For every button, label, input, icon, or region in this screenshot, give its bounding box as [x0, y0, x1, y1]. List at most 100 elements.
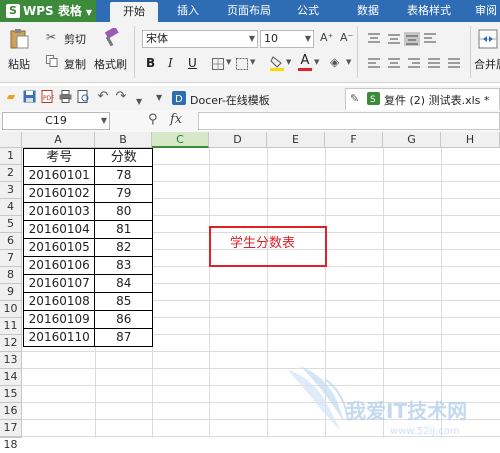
italic-button[interactable]: I — [168, 56, 173, 70]
chevron-down-icon[interactable]: ▼ — [314, 58, 319, 66]
row-header[interactable]: 8 — [0, 267, 22, 284]
column-header-g[interactable]: G — [383, 132, 441, 148]
copy-icon[interactable] — [46, 55, 58, 67]
chevron-down-icon[interactable]: ▼ — [136, 97, 142, 106]
row-header[interactable]: 2 — [0, 165, 22, 182]
font-size-select[interactable]: 10 ▼ — [260, 30, 314, 48]
underline-button[interactable]: U — [188, 56, 197, 70]
header-cell-score[interactable]: 分数 — [95, 149, 152, 166]
tab-docer-templates[interactable]: Docer-在线模板 — [190, 92, 270, 108]
name-box[interactable]: C19 ▼ — [2, 112, 110, 130]
gridline — [22, 419, 500, 420]
clear-format-icon[interactable]: ◈ — [330, 55, 339, 69]
pin-icon[interactable]: ✎ — [350, 92, 359, 105]
row-header[interactable]: 4 — [0, 199, 22, 216]
row-header[interactable]: 1 — [0, 148, 22, 165]
score-cell[interactable]: 78 — [95, 167, 152, 184]
row-header[interactable]: 11 — [0, 318, 22, 335]
exam-id-cell[interactable]: 20160105 — [24, 239, 96, 256]
format-painter-button[interactable]: 格式刷 — [94, 56, 127, 72]
row-header[interactable]: 15 — [0, 386, 22, 403]
score-cell[interactable]: 80 — [95, 203, 152, 220]
merge-center-icon[interactable] — [478, 28, 498, 50]
exam-id-cell[interactable]: 20160110 — [24, 329, 96, 346]
font-color-button[interactable]: A — [298, 54, 312, 71]
row-header[interactable]: 12 — [0, 335, 22, 352]
exam-id-cell[interactable]: 20160108 — [24, 293, 96, 310]
merge-center-button[interactable]: 合并居 — [474, 56, 500, 72]
column-header-f[interactable]: F — [325, 132, 383, 148]
cell-borders-icon[interactable] — [236, 58, 248, 70]
tab-page-layout[interactable]: 页面布局 — [218, 0, 280, 22]
score-cell[interactable]: 79 — [95, 185, 152, 202]
copy-button[interactable]: 复制 — [64, 56, 86, 72]
column-header-a[interactable]: A — [22, 132, 95, 148]
row-header[interactable]: 7 — [0, 250, 22, 267]
score-cell[interactable]: 82 — [95, 239, 152, 256]
scissors-icon[interactable]: ✂ — [46, 30, 56, 44]
print-icon[interactable] — [58, 90, 72, 104]
score-cell[interactable]: 87 — [95, 329, 152, 346]
score-cell[interactable]: 86 — [95, 311, 152, 328]
save-icon[interactable] — [22, 90, 36, 104]
open-folder-icon[interactable]: ▰ — [4, 90, 18, 104]
chevron-down-icon[interactable]: ▼ — [250, 58, 255, 66]
search-icon[interactable]: ⚲ — [148, 112, 158, 127]
exam-id-cell[interactable]: 20160109 — [24, 311, 96, 328]
export-pdf-icon[interactable]: PDF — [40, 90, 55, 104]
exam-id-cell[interactable]: 20160102 — [24, 185, 96, 202]
paste-button[interactable]: 粘贴 — [8, 56, 30, 72]
column-header-b[interactable]: B — [95, 132, 152, 148]
tab-insert[interactable]: 插入 — [170, 0, 206, 22]
score-cell[interactable]: 83 — [95, 257, 152, 274]
fill-color-icon[interactable] — [270, 55, 284, 71]
column-header-d[interactable]: D — [209, 132, 267, 148]
format-painter-icon[interactable] — [100, 26, 122, 48]
wps-app-menu-button[interactable]: S WPS 表格 ▼ — [0, 0, 96, 22]
header-cell-exam-id[interactable]: 考号 — [24, 149, 96, 166]
annotation-text[interactable]: 学生分数表 — [230, 232, 295, 251]
column-header-c[interactable]: C — [152, 132, 209, 148]
print-preview-icon[interactable] — [76, 90, 90, 104]
column-header-e[interactable]: E — [267, 132, 325, 148]
cut-button[interactable]: 剪切 — [64, 31, 86, 47]
row-header[interactable]: 14 — [0, 369, 22, 386]
tab-data[interactable]: 数据 — [348, 0, 388, 22]
bold-button[interactable]: B — [146, 56, 155, 70]
row-header[interactable]: 9 — [0, 284, 22, 301]
exam-id-cell[interactable]: 20160103 — [24, 203, 96, 220]
borders-icon[interactable] — [212, 58, 224, 70]
row-header[interactable]: 3 — [0, 182, 22, 199]
score-cell[interactable]: 84 — [95, 275, 152, 292]
row-header[interactable]: 13 — [0, 352, 22, 369]
tab-review[interactable]: 审阅 — [468, 0, 500, 22]
exam-id-cell[interactable]: 20160107 — [24, 275, 96, 292]
tab-table-style[interactable]: 表格样式 — [398, 0, 460, 22]
chevron-down-icon[interactable]: ▼ — [226, 58, 231, 66]
score-cell[interactable]: 81 — [95, 221, 152, 238]
redo-icon[interactable]: ↷ — [114, 90, 128, 104]
formula-input[interactable] — [198, 112, 500, 130]
font-name-select[interactable]: 宋体 ▼ — [142, 30, 258, 48]
select-all-corner[interactable] — [0, 132, 22, 148]
insert-function-button[interactable]: fx — [170, 112, 182, 127]
chevron-down-icon[interactable]: ▼ — [346, 58, 351, 66]
row-header[interactable]: 5 — [0, 216, 22, 233]
exam-id-cell[interactable]: 20160104 — [24, 221, 96, 238]
row-header[interactable]: 17 — [0, 420, 22, 437]
tab-home[interactable]: 开始 — [110, 2, 158, 22]
chevron-down-icon[interactable]: ▼ — [286, 58, 291, 66]
exam-id-cell[interactable]: 20160106 — [24, 257, 96, 274]
paste-icon[interactable] — [6, 28, 34, 50]
row-header[interactable]: 10 — [0, 301, 22, 318]
grow-font-button[interactable]: A⁺ — [320, 31, 333, 44]
score-cell[interactable]: 85 — [95, 293, 152, 310]
shrink-font-button[interactable]: A⁻ — [340, 31, 353, 44]
row-header[interactable]: 16 — [0, 403, 22, 420]
tab-formulas[interactable]: 公式 — [290, 0, 326, 22]
undo-icon[interactable]: ↶ — [96, 90, 110, 104]
row-header[interactable]: 6 — [0, 233, 22, 250]
exam-id-cell[interactable]: 20160101 — [24, 167, 96, 184]
column-header-h[interactable]: H — [441, 132, 500, 148]
chevron-down-icon[interactable]: ▼ — [156, 93, 162, 102]
